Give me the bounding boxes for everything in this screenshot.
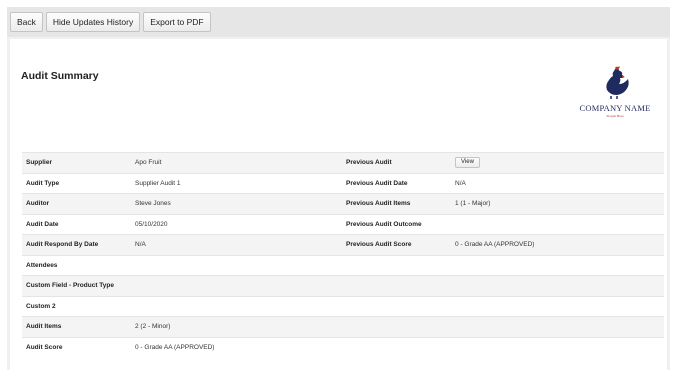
audit-summary-card: Audit Summary COMPANY NAME Slogan Here S… — [10, 39, 667, 370]
table-row: Attendees — [22, 254, 664, 276]
field-value: N/A — [451, 172, 664, 194]
field-label: Previous Audit Score — [342, 234, 451, 255]
field-value: Supplier Audit 1 — [131, 172, 342, 194]
field-value — [131, 295, 342, 317]
field-label: Audit Score — [22, 336, 131, 358]
field-value: 0 - Grade AA (APPROVED) — [451, 234, 664, 255]
table-row: Auditor Steve Jones Previous Audit Items 1 … — [22, 193, 664, 214]
view-previous-audit-button[interactable]: View — [455, 157, 480, 169]
field-label: Custom Field - Product Type — [22, 275, 131, 296]
field-value — [131, 254, 342, 276]
field-label: Supplier — [22, 152, 131, 173]
field-label — [342, 295, 451, 317]
field-value: View — [451, 152, 664, 173]
company-slogan: Slogan Here — [606, 114, 624, 118]
field-value — [451, 213, 664, 235]
rooster-icon — [606, 66, 629, 99]
table-row: Audit Score 0 - Grade AA (APPROVED) — [22, 336, 664, 358]
table-row: Audit Respond By Date N/A Previous Audit S… — [22, 234, 664, 255]
export-to-pdf-button[interactable]: Export to PDF — [143, 12, 211, 32]
audit-summary-table: Supplier Apo Fruit Previous Audit View Audit… — [22, 152, 664, 358]
field-label: Attendees — [22, 254, 131, 276]
field-value: 1 (1 - Major) — [451, 193, 664, 214]
field-value — [451, 336, 664, 358]
field-label: Previous Audit Date — [342, 172, 451, 194]
field-value: Apo Fruit — [131, 152, 342, 173]
field-label — [342, 254, 451, 276]
field-label: Previous Audit Items — [342, 193, 451, 214]
field-value: 05/10/2020 — [131, 213, 342, 235]
field-value — [451, 316, 664, 337]
field-label: Previous Audit — [342, 152, 451, 173]
field-label: Audit Type — [22, 172, 131, 194]
field-label: Custom 2 — [22, 295, 131, 317]
field-value: Steve Jones — [131, 193, 342, 214]
field-value: 2 (2 - Minor) — [131, 316, 342, 337]
field-label: Audit Items — [22, 316, 131, 337]
field-value: N/A — [131, 234, 342, 255]
table-row: Supplier Apo Fruit Previous Audit View — [22, 152, 664, 173]
field-label — [342, 275, 451, 296]
content-panel: Audit Summary COMPANY NAME Slogan Here S… — [7, 37, 670, 370]
field-label: Audit Respond By Date — [22, 234, 131, 255]
field-value — [451, 254, 664, 276]
field-value: 0 - Grade AA (APPROVED) — [131, 336, 342, 358]
table-row: Audit Items 2 (2 - Minor) — [22, 316, 664, 337]
field-value — [451, 295, 664, 317]
table-row: Custom Field - Product Type — [22, 275, 664, 296]
page-title: Audit Summary — [21, 70, 99, 82]
toolbar: Back Hide Updates History Export to PDF — [7, 7, 670, 37]
field-label: Auditor — [22, 193, 131, 214]
back-button[interactable]: Back — [10, 12, 43, 32]
field-label — [342, 316, 451, 337]
field-label: Audit Date — [22, 213, 131, 235]
table-row: Custom 2 — [22, 295, 664, 317]
hide-updates-history-button[interactable]: Hide Updates History — [45, 12, 141, 32]
field-value — [131, 275, 342, 296]
company-logo: COMPANY NAME Slogan Here — [575, 65, 655, 145]
field-value — [451, 275, 664, 296]
field-label: Previous Audit Outcome — [342, 213, 451, 235]
field-label — [342, 336, 451, 358]
company-name: COMPANY NAME — [579, 103, 651, 113]
table-row: Audit Date 05/10/2020 Previous Audit Outco… — [22, 213, 664, 235]
table-row: Audit Type Supplier Audit 1 Previous Audit… — [22, 172, 664, 194]
